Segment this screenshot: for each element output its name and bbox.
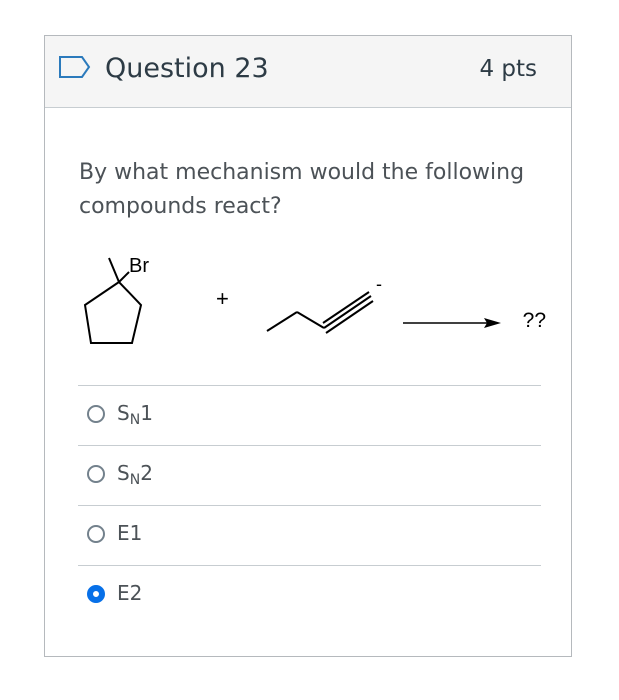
answer-label-e1[interactable]: E1	[117, 520, 142, 546]
pentynide-structure	[266, 291, 374, 334]
plus-sign: +	[216, 286, 229, 311]
product-label: ??	[523, 309, 546, 332]
question-header: Question 23 4 pts	[45, 36, 571, 108]
reaction-scheme: Br + - ??	[83, 255, 546, 344]
question-title: Question 23	[105, 53, 269, 84]
answer-label-sn2[interactable]: SN2	[117, 460, 153, 493]
radio-button-sn1[interactable]	[87, 405, 105, 423]
answer-option-sn2[interactable]: SN2	[78, 445, 541, 505]
bookmark-flag-icon[interactable]	[58, 55, 92, 79]
radio-button-sn2[interactable]	[87, 465, 105, 483]
answer-option-e1[interactable]: E1	[78, 505, 541, 565]
answer-option-e2[interactable]: E2	[78, 565, 541, 625]
answer-list: SN1 SN2 E1 E2	[78, 385, 541, 625]
question-text: By what mechanism would the following co…	[79, 160, 525, 219]
answer-option-sn1[interactable]: SN1	[78, 385, 541, 445]
answer-label-sn1[interactable]: SN1	[117, 400, 153, 433]
radio-button-e1[interactable]	[87, 525, 105, 543]
question-points: 4 pts	[479, 56, 537, 82]
answer-label-e2[interactable]: E2	[117, 580, 142, 606]
charge-label: -	[376, 274, 382, 294]
radio-button-e2-selected[interactable]	[87, 585, 105, 603]
bromine-label: Br	[129, 255, 149, 277]
reaction-arrow-icon	[403, 318, 501, 328]
question-card: Question 23 4 pts By what mechanism woul…	[44, 35, 572, 657]
